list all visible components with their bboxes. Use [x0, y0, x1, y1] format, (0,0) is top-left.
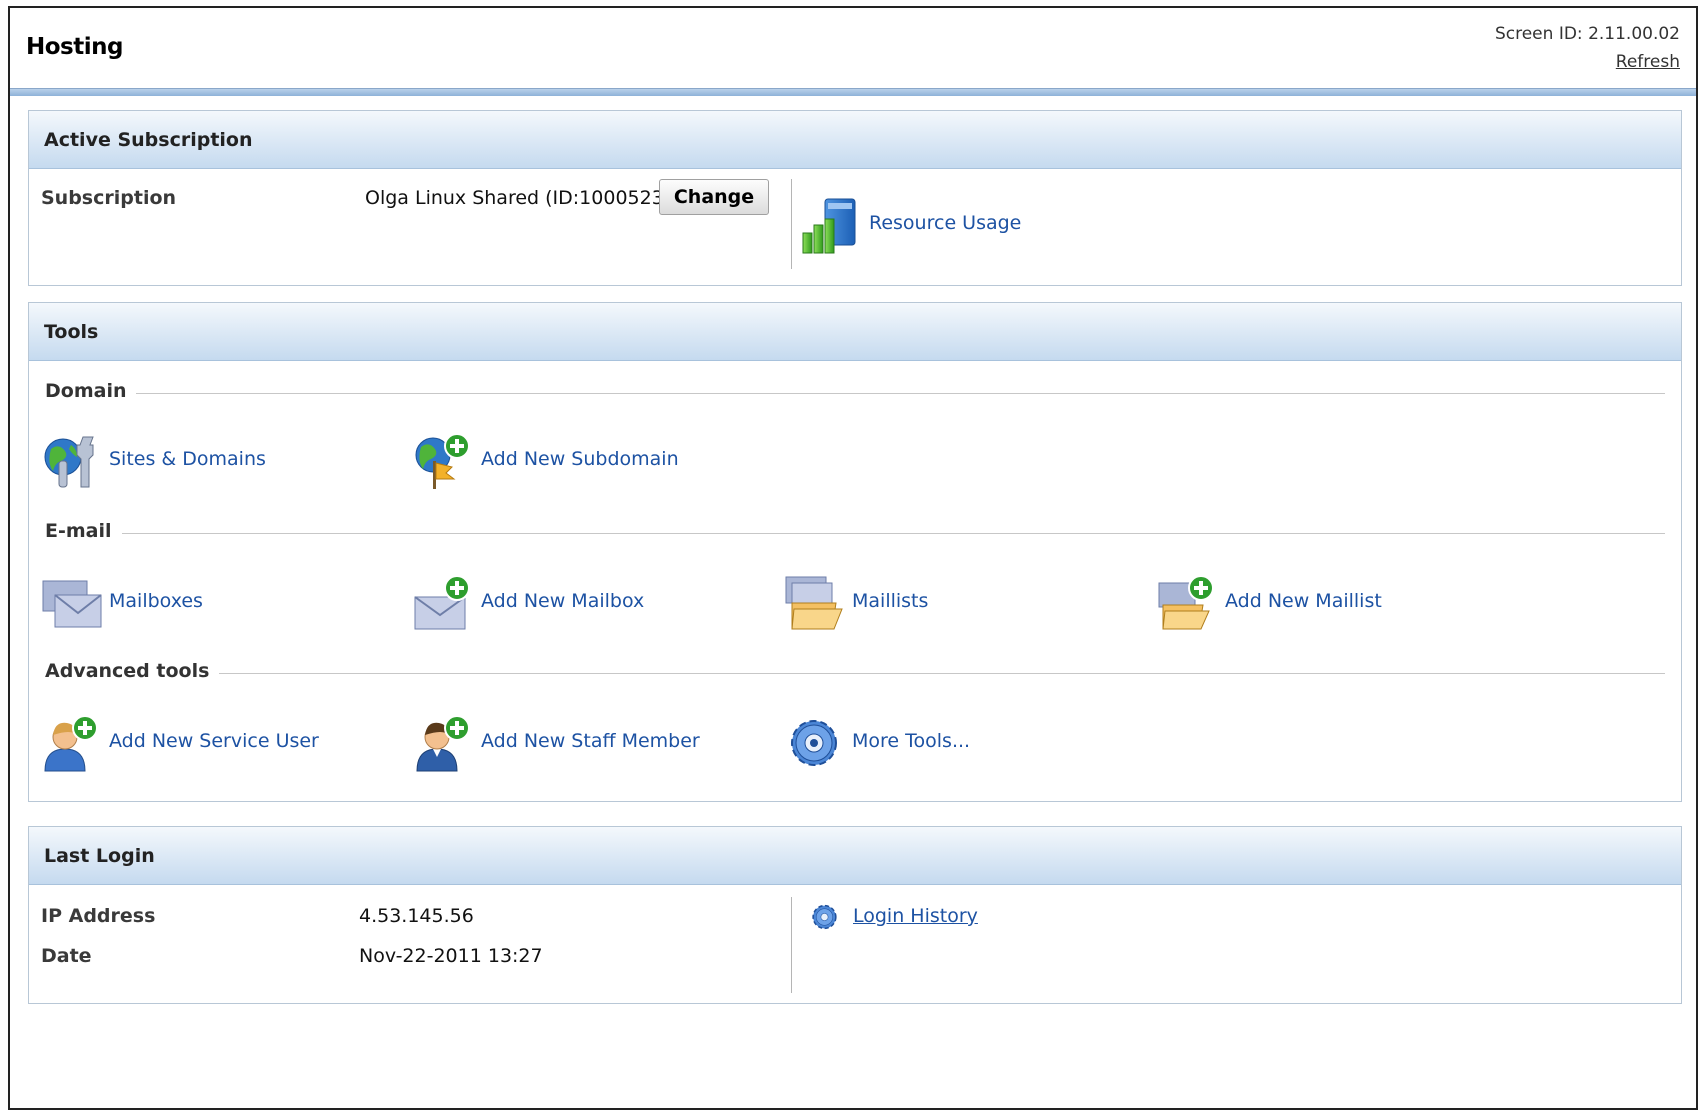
page-header: Hosting Screen ID: 2.11.00.02 Refresh — [10, 8, 1696, 96]
resource-usage-link[interactable]: Resource Usage — [801, 195, 1041, 255]
tools-panel: Tools Domain Sites & Domains Add New Sub… — [28, 302, 1682, 802]
refresh-link[interactable]: Refresh — [1616, 52, 1680, 72]
bar-chart-icon — [802, 198, 856, 254]
change-button[interactable]: Change — [659, 179, 769, 215]
login-history-link[interactable]: Login History — [853, 905, 978, 927]
screen-id-label: Screen ID: — [1494, 24, 1583, 44]
date-value: Nov-22-2011 13:27 — [359, 945, 543, 967]
envelope-folder-add-icon — [1158, 575, 1214, 630]
email-group-rule — [45, 533, 1665, 534]
domain-group-rule — [45, 393, 1665, 394]
add-new-maillist-link[interactable]: Add New Maillist — [1157, 573, 1417, 633]
add-new-staff-member-label: Add New Staff Member — [481, 730, 700, 752]
screen-id: Screen ID: 2.11.00.02 — [1495, 24, 1680, 44]
last-login-panel: Last Login IP Address 4.53.145.56 Date N… — [28, 826, 1682, 1004]
header-divider — [10, 88, 1696, 96]
resource-usage-label: Resource Usage — [869, 212, 1022, 234]
ip-address-label: IP Address — [41, 905, 156, 927]
globe-wrench-icon — [44, 436, 94, 488]
more-tools-label: More Tools... — [852, 730, 971, 752]
add-new-maillist-label: Add New Maillist — [1225, 590, 1382, 612]
ip-address-value: 4.53.145.56 — [359, 905, 474, 927]
domain-group-title: Domain — [45, 380, 137, 402]
globe-flag-add-icon — [415, 433, 470, 489]
add-new-service-user-label: Add New Service User — [109, 730, 319, 752]
date-label: Date — [41, 945, 92, 967]
subscription-value: Olga Linux Shared (ID:1000523) — [365, 187, 672, 209]
advanced-tools-group-title: Advanced tools — [45, 660, 220, 682]
subscription-label: Subscription — [41, 187, 177, 209]
subscription-divider — [791, 179, 792, 269]
add-new-subdomain-label: Add New Subdomain — [481, 448, 679, 470]
more-tools-link[interactable]: More Tools... — [784, 713, 1004, 773]
mailboxes-label: Mailboxes — [109, 590, 203, 612]
maillists-label: Maillists — [852, 590, 929, 612]
sites-domains-link[interactable]: Sites & Domains — [41, 431, 301, 491]
add-new-mailbox-link[interactable]: Add New Mailbox — [413, 573, 673, 633]
add-new-staff-member-link[interactable]: Add New Staff Member — [413, 713, 713, 773]
advanced-tools-group-rule — [45, 673, 1665, 674]
add-new-service-user-link[interactable]: Add New Service User — [41, 713, 341, 773]
last-login-header: Last Login — [29, 827, 1681, 885]
page-title: Hosting — [26, 34, 123, 60]
mailboxes-link[interactable]: Mailboxes — [41, 573, 261, 633]
hosting-screen: Hosting Screen ID: 2.11.00.02 Refresh Ac… — [8, 6, 1698, 1110]
maillists-link[interactable]: Maillists — [784, 573, 984, 633]
sites-domains-label: Sites & Domains — [109, 448, 266, 470]
user-add-icon — [44, 715, 98, 772]
active-subscription-panel: Active Subscription Subscription Olga Li… — [28, 110, 1682, 286]
email-group-title: E-mail — [45, 520, 122, 542]
envelope-add-icon — [414, 575, 470, 630]
envelopes-icon — [42, 580, 102, 628]
add-new-mailbox-label: Add New Mailbox — [481, 590, 645, 612]
last-login-divider — [791, 897, 792, 993]
tools-header: Tools — [29, 303, 1681, 361]
gear-icon — [791, 720, 837, 766]
envelope-folder-icon — [785, 576, 843, 630]
add-new-subdomain-link[interactable]: Add New Subdomain — [413, 431, 693, 491]
gear-icon — [812, 904, 837, 930]
active-subscription-header: Active Subscription — [29, 111, 1681, 169]
screen-id-value: 2.11.00.02 — [1588, 24, 1680, 44]
staff-add-icon — [416, 715, 470, 772]
